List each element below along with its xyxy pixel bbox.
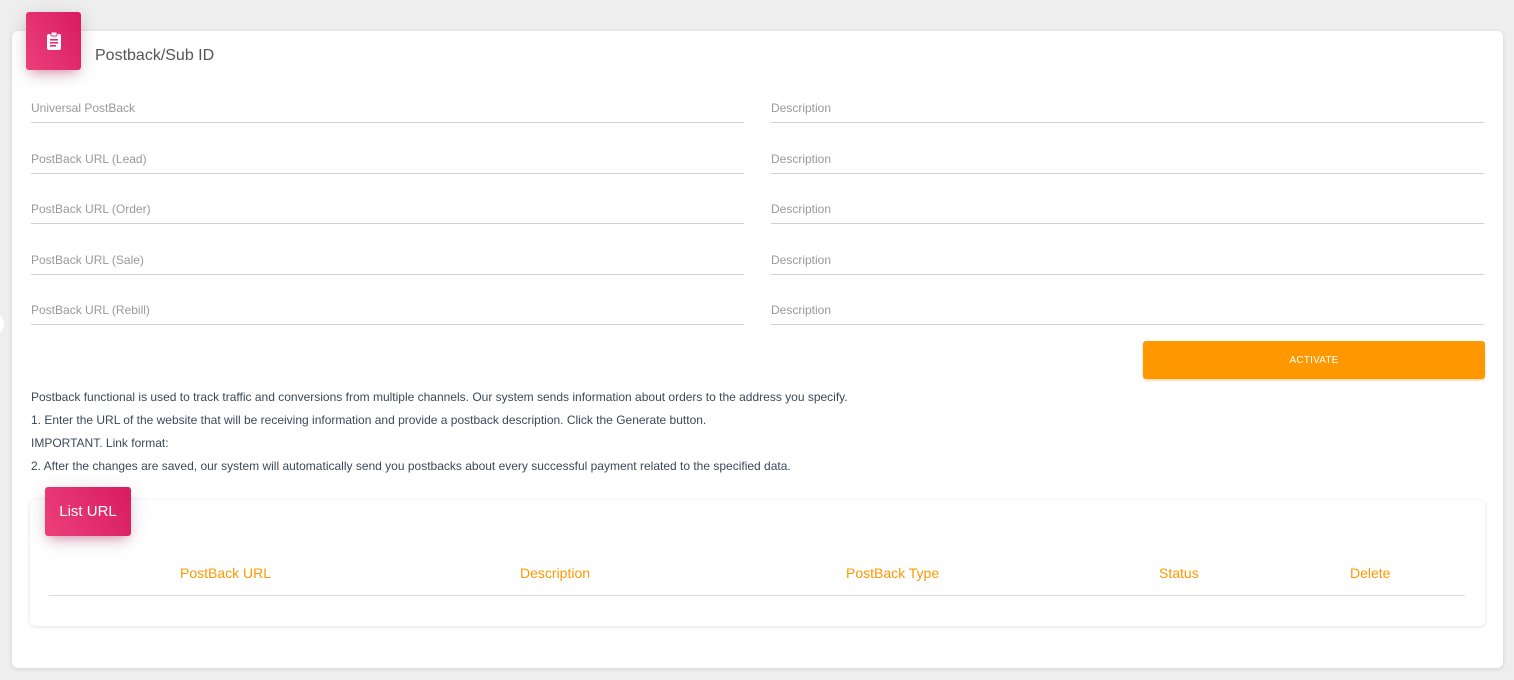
universal-description-field: [771, 93, 1484, 123]
sale-description-field: [771, 245, 1484, 275]
order-postback-input[interactable]: [31, 194, 744, 223]
column-header-postback-url: PostBack URL: [180, 565, 272, 581]
instruction-line: 2. After the changes are saved, our syst…: [31, 459, 791, 473]
page-title: Postback/Sub ID: [95, 47, 215, 64]
column-header-postback-type: PostBack Type: [846, 565, 940, 581]
lead-description-input[interactable]: [771, 144, 1484, 173]
sidebar-edge-handle[interactable]: [0, 312, 4, 336]
instruction-line: IMPORTANT. Link format:: [31, 436, 169, 450]
rebill-postback-input[interactable]: [31, 295, 744, 324]
card-header-icon: [26, 12, 81, 70]
universal-postback-field: [31, 93, 744, 123]
universal-description-input[interactable]: [771, 93, 1484, 122]
order-description-input[interactable]: [771, 194, 1484, 223]
column-header-description: Description: [520, 565, 591, 581]
activate-button[interactable]: ACTIVATE: [1143, 341, 1485, 379]
postback-instructions: Postback functional is used to track tra…: [31, 386, 848, 478]
column-header-delete: Delete: [1350, 565, 1391, 581]
universal-postback-input[interactable]: [31, 93, 744, 122]
sale-description-input[interactable]: [771, 245, 1484, 274]
rebill-description-input[interactable]: [771, 295, 1484, 324]
sale-postback-input[interactable]: [31, 245, 744, 274]
clipboard-icon: [46, 31, 61, 50]
lead-postback-input[interactable]: [31, 144, 744, 173]
instruction-line: Postback functional is used to track tra…: [31, 390, 848, 404]
rebill-description-field: [771, 295, 1484, 325]
column-header-status: Status: [1159, 565, 1199, 581]
postback-card: Postback/Sub ID ACTIVATE Postback functi…: [12, 12, 1503, 668]
lead-description-field: [771, 144, 1484, 174]
lead-postback-field: [31, 144, 744, 174]
rebill-postback-field: [31, 295, 744, 325]
sale-postback-field: [31, 245, 744, 275]
instruction-line: 1. Enter the URL of the website that wil…: [31, 413, 707, 427]
order-description-field: [771, 194, 1484, 224]
list-url-title: List URL: [45, 487, 131, 536]
order-postback-field: [31, 194, 744, 224]
table-header: PostBack URL Description PostBack Type S…: [49, 554, 1465, 596]
list-url-card: List URL PostBack URL Description PostBa…: [30, 487, 1485, 626]
